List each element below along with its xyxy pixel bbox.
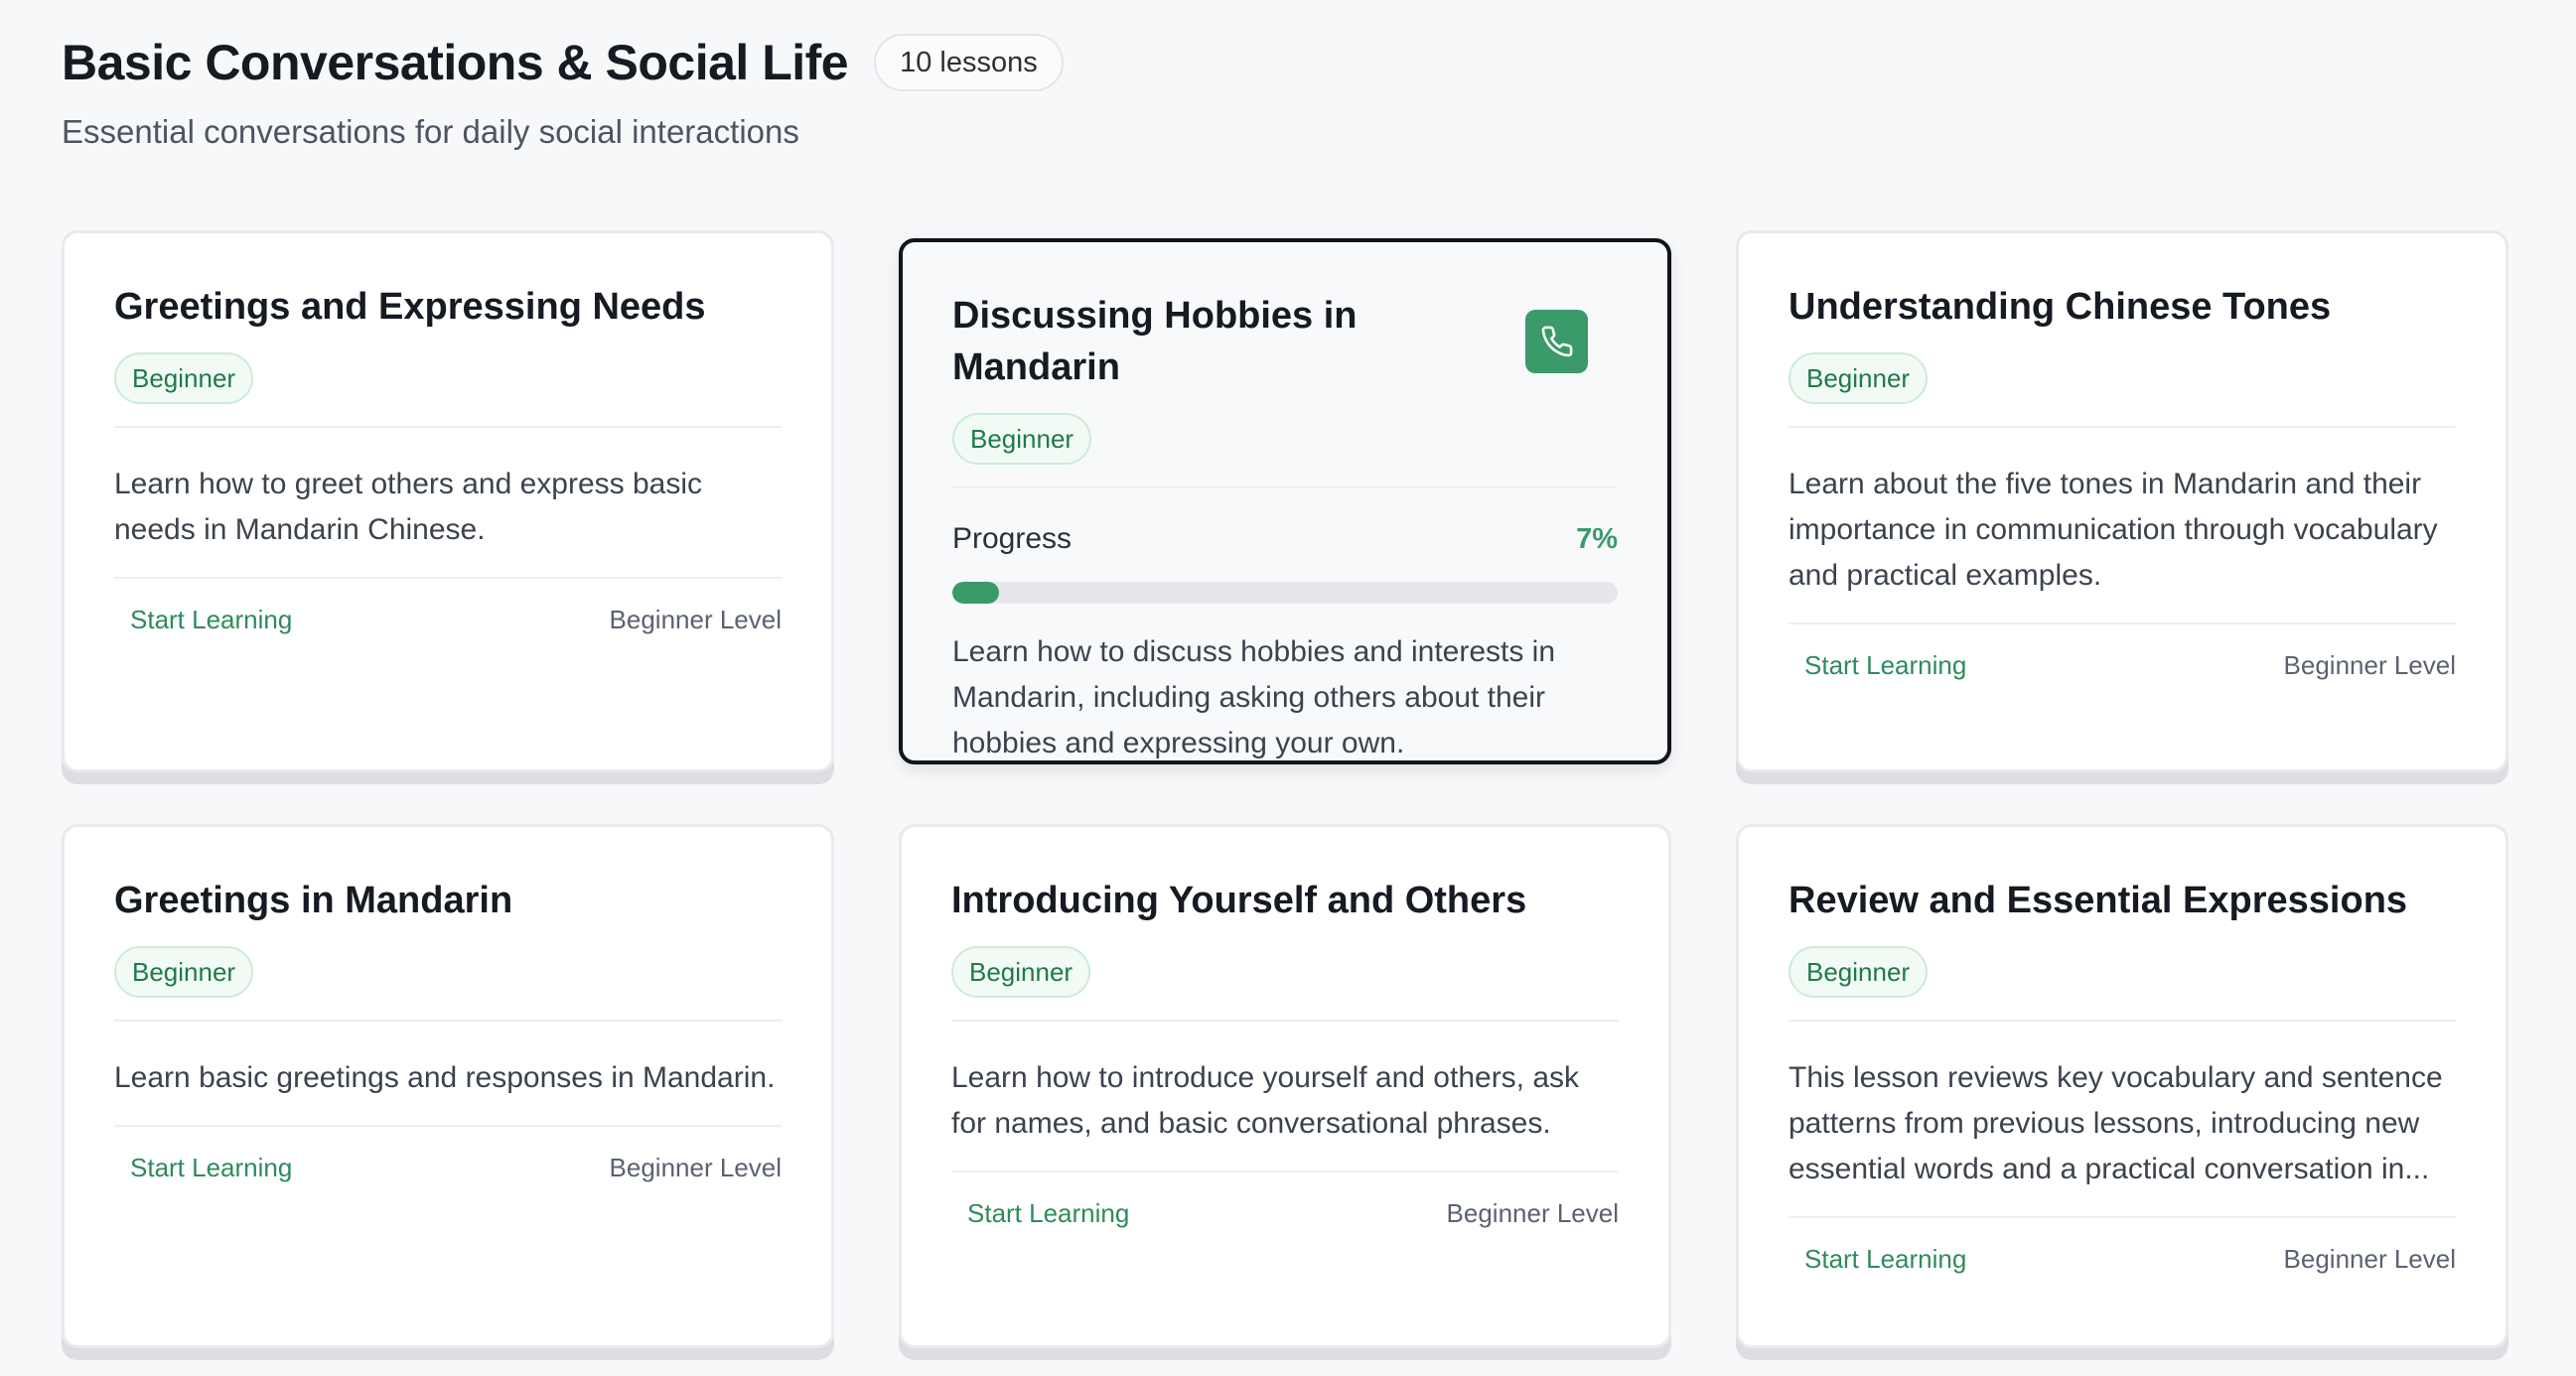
lesson-description: Learn how to discuss hobbies and interes… [952, 635, 1556, 759]
lesson-title: Greetings and Expressing Needs [114, 286, 706, 328]
section-header: Basic Conversations & Social Life 10 les… [62, 28, 1064, 151]
lesson-title: Review and Essential Expressions [1789, 880, 2408, 921]
start-learning-link[interactable]: Start Learning [130, 1153, 292, 1183]
progress-fill [952, 582, 999, 604]
lesson-description: Learn how to introduce yourself and othe… [951, 1061, 1580, 1140]
level-label: Beginner Level [2283, 650, 2456, 680]
lesson-count-badge: 10 lessons [874, 34, 1064, 91]
level-label: Beginner Level [609, 1153, 782, 1182]
lesson-title: Discussing Hobbies in Mandarin [952, 295, 1358, 388]
divider [114, 426, 782, 428]
lesson-description: Learn about the five tones in Mandarin a… [1789, 468, 2438, 592]
lesson-card-active[interactable]: Discussing Hobbies in Mandarin Beginner … [899, 238, 1671, 764]
lesson-card[interactable]: Greetings in Mandarin Beginner Learn bas… [62, 824, 834, 1348]
progress-row: Progress 7% [952, 522, 1618, 556]
divider [951, 1020, 1619, 1022]
card-header: Review and Essential Expressions [1789, 875, 2456, 926]
divider [1789, 426, 2456, 428]
level-badge: Beginner [952, 413, 1092, 465]
lesson-card[interactable]: Understanding Chinese Tones Beginner Lea… [1736, 230, 2508, 772]
level-badge: Beginner [1789, 946, 1929, 998]
lesson-title: Understanding Chinese Tones [1789, 286, 2332, 328]
card-footer: Start Learning Beginner Level [114, 1125, 782, 1183]
card-header: Greetings in Mandarin [114, 875, 782, 926]
level-label: Beginner Level [1446, 1198, 1619, 1228]
lesson-grid: Greetings and Expressing Needs Beginner … [62, 230, 2508, 1348]
page-title: Basic Conversations & Social Life [62, 35, 849, 90]
progress-bar [952, 582, 1618, 604]
card-header: Discussing Hobbies in Mandarin [952, 290, 1618, 393]
lesson-description: Learn how to greet others and express ba… [114, 468, 703, 546]
card-footer: Start Learning Beginner Level [1789, 622, 2456, 681]
level-label: Beginner Level [609, 605, 782, 634]
card-footer: Start Learning Beginner Level [951, 1170, 1619, 1229]
start-learning-link[interactable]: Start Learning [1804, 1244, 1966, 1275]
level-badge: Beginner [114, 946, 254, 998]
lesson-card[interactable]: Greetings and Expressing Needs Beginner … [62, 230, 834, 772]
progress-label: Progress [952, 522, 1073, 555]
card-header: Greetings and Expressing Needs [114, 281, 782, 333]
divider [1789, 1020, 2456, 1022]
call-button[interactable] [1525, 310, 1588, 373]
lesson-title: Greetings in Mandarin [114, 880, 513, 921]
level-badge: Beginner [1789, 352, 1929, 404]
divider [114, 1020, 782, 1022]
lesson-card[interactable]: Review and Essential Expressions Beginne… [1736, 824, 2508, 1348]
start-learning-link[interactable]: Start Learning [130, 605, 292, 635]
card-header: Introducing Yourself and Others [951, 875, 1619, 926]
progress-percent: 7% [1576, 522, 1618, 555]
card-footer: Start Learning Beginner Level [1789, 1216, 2456, 1275]
lesson-title: Introducing Yourself and Others [951, 880, 1527, 921]
lesson-card[interactable]: Introducing Yourself and Others Beginner… [899, 824, 1671, 1348]
start-learning-link[interactable]: Start Learning [967, 1198, 1129, 1229]
card-footer: Start Learning Beginner Level [114, 577, 782, 635]
lesson-description: This lesson reviews key vocabulary and s… [1789, 1061, 2443, 1185]
title-row: Basic Conversations & Social Life 10 les… [62, 28, 1064, 97]
divider [952, 486, 1618, 488]
start-learning-link[interactable]: Start Learning [1804, 650, 1966, 681]
page-subtitle: Essential conversations for daily social… [62, 113, 799, 150]
level-badge: Beginner [114, 352, 254, 404]
card-header: Understanding Chinese Tones [1789, 281, 2456, 333]
lesson-list-page: Basic Conversations & Social Life 10 les… [0, 0, 2576, 1376]
level-badge: Beginner [951, 946, 1091, 998]
lesson-description: Learn basic greetings and responses in M… [114, 1061, 776, 1094]
phone-icon [1541, 326, 1572, 357]
level-label: Beginner Level [2283, 1244, 2456, 1274]
